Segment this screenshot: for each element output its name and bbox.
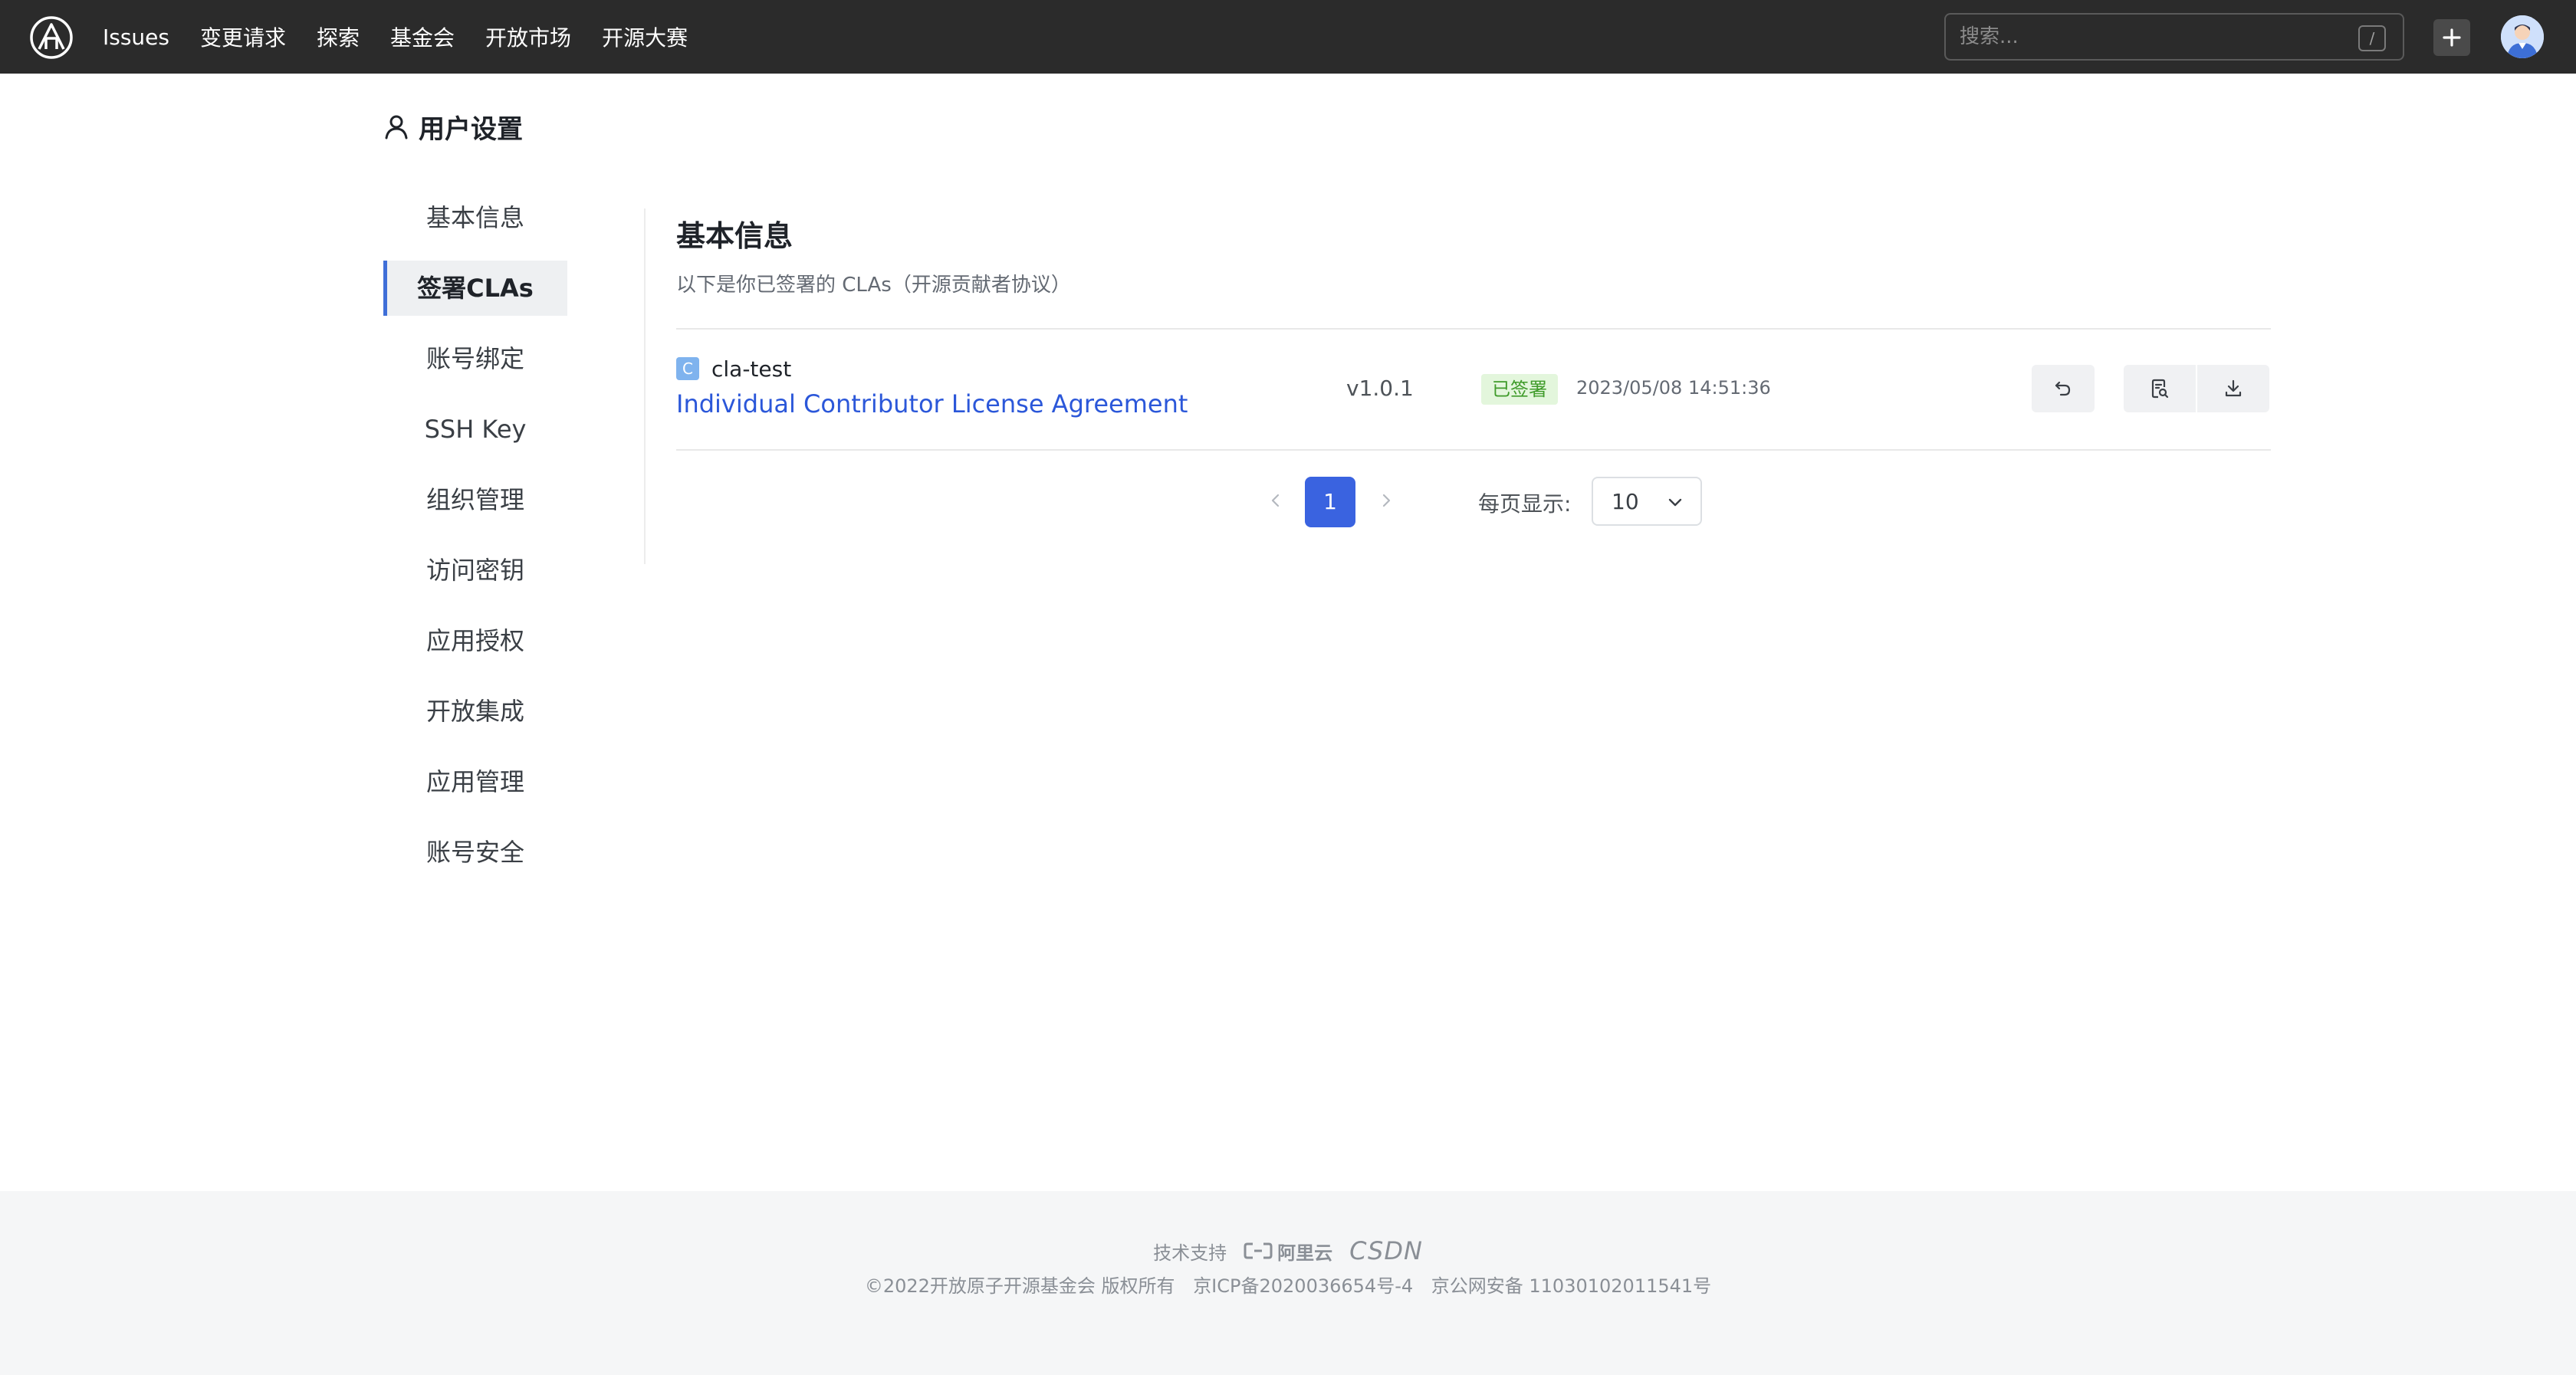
sidebar-item-open-integration[interactable]: 开放集成 bbox=[383, 684, 567, 739]
create-new-button[interactable] bbox=[2433, 19, 2470, 56]
page-title: 用户设置 bbox=[383, 107, 523, 146]
section-heading: 基本信息 bbox=[676, 219, 794, 253]
per-page-select[interactable]: 10 bbox=[1592, 477, 1702, 526]
prev-page-button[interactable] bbox=[1253, 475, 1299, 526]
section-description: 以下是你已签署的 CLAs（开源贡献者协议） bbox=[676, 274, 1071, 297]
nav-item-issues[interactable]: Issues bbox=[103, 25, 169, 50]
chevron-right-icon bbox=[1382, 494, 1391, 507]
copyright-text: ©2022开放原子开源基金会 版权所有 bbox=[864, 1275, 1175, 1297]
footer-sponsors: 技术支持 阿里云 CSDN bbox=[0, 1236, 2576, 1266]
main-content: 基本信息 以下是你已签署的 CLAs（开源贡献者协议） C cla-test I… bbox=[676, 215, 2271, 527]
chevron-down-icon bbox=[1668, 498, 1682, 507]
divider-bottom bbox=[676, 449, 2271, 451]
search-input[interactable] bbox=[1960, 22, 2358, 51]
cla-repo: C cla-test bbox=[676, 356, 791, 382]
nav-item-explore[interactable]: 探索 bbox=[317, 21, 360, 52]
signed-timestamp: 2023/05/08 14:51:36 bbox=[1576, 377, 1771, 399]
nav-item-marketplace[interactable]: 开放市场 bbox=[485, 21, 571, 52]
status-badge: 已签署 bbox=[1481, 374, 1558, 405]
user-icon bbox=[385, 115, 408, 139]
cla-title-link[interactable]: Individual Contributor License Agreement bbox=[676, 389, 1188, 418]
main-nav: Issues 变更请求 探索 基金会 开放市场 开源大赛 bbox=[103, 0, 718, 74]
repo-name: cla-test bbox=[711, 356, 792, 382]
sidebar-item-ssh-key[interactable]: SSH Key bbox=[383, 402, 567, 457]
divider-top bbox=[676, 328, 2271, 330]
search-box[interactable]: / bbox=[1944, 13, 2404, 61]
settings-sidebar: 基本信息 签署CLAs 账号绑定 SSH Key 组织管理 访问密钥 应用授权 … bbox=[383, 190, 567, 895]
top-navbar: Issues 变更请求 探索 基金会 开放市场 开源大赛 / bbox=[0, 0, 2576, 74]
sidebar-item-account-binding[interactable]: 账号绑定 bbox=[383, 331, 567, 386]
download-icon bbox=[2225, 379, 2242, 397]
page-title-text: 用户设置 bbox=[419, 113, 523, 145]
document-actions bbox=[2124, 365, 2269, 412]
police-record-link[interactable]: 京公网安备 11030102011541号 bbox=[1431, 1275, 1711, 1297]
sidebar-item-organization-management[interactable]: 组织管理 bbox=[383, 472, 567, 527]
nav-item-competition[interactable]: 开源大赛 bbox=[602, 21, 688, 52]
sidebar-item-access-tokens[interactable]: 访问密钥 bbox=[383, 543, 567, 598]
aliyun-logo[interactable]: 阿里云 bbox=[1244, 1238, 1332, 1265]
view-document-button[interactable] bbox=[2124, 365, 2196, 412]
sidebar-item-basic-info[interactable]: 基本信息 bbox=[383, 190, 567, 245]
user-avatar[interactable] bbox=[2501, 15, 2544, 58]
sidebar-item-app-authorization[interactable]: 应用授权 bbox=[383, 613, 567, 668]
per-page-value: 10 bbox=[1612, 489, 1639, 514]
aliyun-bracket-icon bbox=[1244, 1242, 1273, 1259]
pagination: 1 每页显示: 10 bbox=[676, 475, 2271, 529]
undo-icon bbox=[2055, 381, 2071, 396]
icp-link[interactable]: 京ICP备2020036654号-4 bbox=[1193, 1275, 1413, 1297]
tech-support-label: 技术支持 bbox=[1153, 1242, 1227, 1264]
per-page-label: 每页显示: bbox=[1478, 491, 1572, 517]
next-page-button[interactable] bbox=[1363, 475, 1409, 526]
avatar-person-icon bbox=[2501, 15, 2544, 58]
sidebar-item-signed-clas[interactable]: 签署CLAs bbox=[383, 261, 567, 316]
download-button[interactable] bbox=[2197, 365, 2269, 412]
cla-version: v1.0.1 bbox=[1346, 376, 1414, 401]
csdn-logo[interactable]: CSDN bbox=[1349, 1236, 1423, 1265]
footer-legal: ©2022开放原子开源基金会 版权所有 京ICP备2020036654号-4 京… bbox=[0, 1271, 2576, 1298]
repo-badge-icon: C bbox=[676, 357, 699, 380]
revoke-button[interactable] bbox=[2032, 365, 2095, 412]
nav-item-foundation[interactable]: 基金会 bbox=[390, 21, 455, 52]
sidebar-item-app-management[interactable]: 应用管理 bbox=[383, 754, 567, 809]
plus-icon bbox=[2443, 28, 2461, 47]
nav-item-merge-requests[interactable]: 变更请求 bbox=[200, 21, 286, 52]
openatom-logo-icon[interactable] bbox=[29, 15, 74, 60]
footer: 技术支持 阿里云 CSDN ©2022开放原子开源基金会 版权所有 京ICP备2… bbox=[0, 1191, 2576, 1375]
page-number-current[interactable]: 1 bbox=[1305, 477, 1355, 527]
view-document-icon bbox=[2151, 379, 2169, 399]
search-shortcut-key: / bbox=[2358, 25, 2386, 51]
sidebar-item-account-security[interactable]: 账号安全 bbox=[383, 825, 567, 880]
sidebar-divider bbox=[644, 208, 646, 564]
chevron-left-icon bbox=[1271, 494, 1280, 507]
aliyun-label: 阿里云 bbox=[1277, 1242, 1333, 1264]
